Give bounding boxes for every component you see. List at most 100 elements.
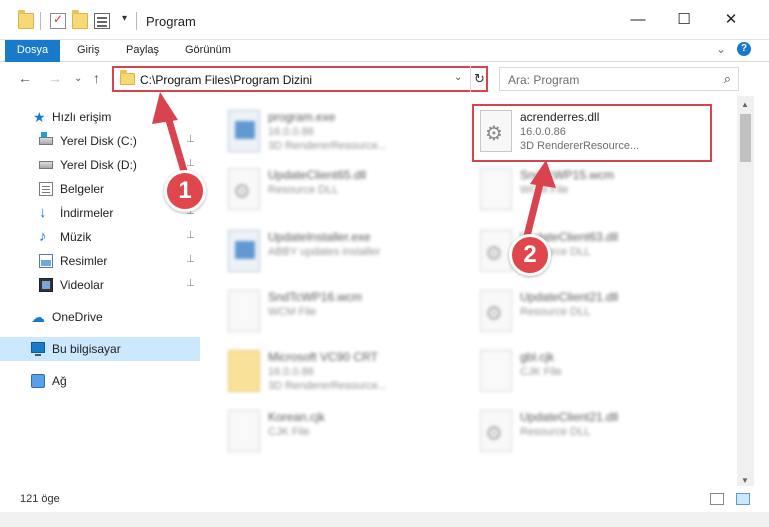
drive-icon: [39, 161, 53, 169]
tab-home[interactable]: Giriş: [77, 40, 100, 62]
pin-icon[interactable]: ⊥: [186, 278, 195, 289]
file-list: program.exe 16.0.0.86 3D RendererResourc…: [204, 100, 737, 486]
file-item[interactable]: UpdateClient65.dll Resource DLL: [222, 162, 467, 218]
search-icon[interactable]: ⌕: [724, 71, 731, 87]
customize-icon[interactable]: [94, 13, 110, 29]
vertical-scrollbar[interactable]: ▲ ▼: [737, 96, 754, 490]
sidebar-item-disk-d[interactable]: Yerel Disk (D:) ⊥: [0, 153, 200, 177]
navigation-pane: ★ Hızlı erişim Yerel Disk (C:) ⊥ Yerel D…: [0, 100, 204, 486]
drive-icon: [39, 132, 53, 145]
installer-file-icon: [228, 230, 260, 272]
file-item[interactable]: Korean.cjk CJK File: [222, 404, 467, 460]
folder-icon: [228, 350, 260, 392]
navigation-bar: ← → ⌄ ↑ C:\Program Files\Program Dizini …: [0, 62, 769, 96]
scroll-up-icon[interactable]: ▲: [741, 100, 749, 109]
ribbon-collapse-icon[interactable]: ⌄: [716, 42, 726, 56]
address-folder-icon: [120, 70, 135, 85]
folder-icon[interactable]: [18, 10, 34, 29]
address-dropdown-icon[interactable]: ⌄: [454, 72, 462, 83]
new-folder-icon[interactable]: [72, 10, 88, 29]
file-name: UpdateClient21.dll: [520, 290, 619, 304]
pin-icon[interactable]: ⊥: [186, 230, 195, 241]
network-icon: [31, 374, 45, 388]
properties-check-icon[interactable]: [50, 12, 66, 29]
file-item[interactable]: SndTcWP15.wcm WCM File: [474, 162, 719, 218]
window-title: Program: [146, 14, 196, 29]
tab-view[interactable]: Görünüm: [185, 40, 231, 62]
pin-icon[interactable]: ⊥: [186, 134, 195, 145]
file-description: 3D RendererResource...: [268, 140, 388, 152]
file-description: 3D RendererResource...: [268, 380, 388, 392]
file-name: program.exe: [268, 110, 336, 124]
sidebar-item-onedrive[interactable]: ☁ OneDrive: [0, 305, 200, 329]
scroll-thumb[interactable]: [740, 114, 751, 162]
sidebar-item-label: Belgeler: [60, 182, 105, 196]
dll-file-icon: [228, 168, 260, 210]
search-box[interactable]: Ara: Program ⌕: [499, 67, 739, 91]
pin-icon[interactable]: ⊥: [186, 254, 195, 265]
file-name: SndTcWP16.wcm: [268, 290, 363, 304]
scroll-down-icon[interactable]: ▼: [741, 476, 749, 485]
sidebar-item-label: Müzik: [60, 230, 92, 244]
file-item[interactable]: program.exe 16.0.0.86 3D RendererResourc…: [222, 104, 467, 160]
file-type: ABBY updates installer: [268, 246, 381, 258]
close-button[interactable]: ✕: [708, 0, 754, 40]
sidebar-item-label: Ağ: [52, 374, 67, 388]
sidebar-item-disk-c[interactable]: Yerel Disk (C:) ⊥: [0, 129, 200, 153]
status-bar: 121 öge: [0, 486, 769, 512]
address-path[interactable]: C:\Program Files\Program Dizini: [140, 73, 312, 87]
title-bar: ▾ Program — ☐ ✕: [0, 0, 769, 40]
sidebar-item-label: İndirmeler: [60, 206, 114, 220]
title-separator: [136, 12, 137, 30]
file-name: UpdateClient65.dll: [268, 168, 367, 182]
file-name: UpdateClient21.dll: [520, 410, 619, 424]
generic-file-icon: [228, 290, 260, 332]
file-type: WCM File: [268, 306, 317, 318]
up-button[interactable]: ↑: [93, 70, 100, 86]
file-item[interactable]: UpdateInstaller.exe ABBY updates install…: [222, 224, 467, 280]
video-icon: [39, 278, 53, 292]
minimize-button[interactable]: —: [615, 0, 661, 40]
file-item[interactable]: SndTcWP16.wcm WCM File: [222, 284, 467, 340]
sidebar-item-network[interactable]: Ağ: [0, 369, 200, 393]
sidebar-item-label: Resimler: [60, 254, 108, 268]
file-name: SndTcWP15.wcm: [520, 168, 615, 182]
dll-file-icon: [480, 290, 512, 332]
file-type: CJK File: [520, 366, 562, 378]
callout-1: 1: [164, 170, 206, 212]
sidebar-item-label: Yerel Disk (C:): [60, 134, 137, 148]
file-item[interactable]: UpdateClient21.dll Resource DLL: [474, 284, 719, 340]
large-icons-view-icon[interactable]: [736, 493, 750, 505]
tab-share[interactable]: Paylaş: [126, 40, 159, 62]
details-view-icon[interactable]: [710, 493, 724, 505]
sidebar-item-this-pc[interactable]: Bu bilgisayar: [0, 337, 200, 361]
qa-separator: [40, 12, 41, 30]
file-name: Korean.cjk: [268, 410, 325, 424]
maximize-button[interactable]: ☐: [661, 0, 707, 40]
file-item[interactable]: Microsoft VC90 CRT 16.0.0.86 3D Renderer…: [222, 344, 467, 400]
generic-file-icon: [228, 410, 260, 452]
file-item[interactable]: gbl.cjk CJK File: [474, 344, 719, 400]
help-icon[interactable]: ?: [737, 42, 751, 56]
sidebar-item-label: Yerel Disk (D:): [60, 158, 137, 172]
sidebar-item-videos[interactable]: Videolar ⊥: [0, 273, 200, 297]
download-icon: ↓: [39, 204, 47, 221]
file-item[interactable]: UpdateClient21.dll Resource DLL: [474, 404, 719, 460]
file-version: 16.0.0.86: [268, 366, 314, 378]
pictures-icon: [39, 254, 53, 268]
file-type: Resource DLL: [268, 184, 339, 196]
callout-2: 2: [509, 234, 551, 276]
dll-file-icon: [480, 230, 512, 272]
refresh-button[interactable]: ↻: [470, 66, 488, 92]
sidebar-item-pictures[interactable]: Resimler ⊥: [0, 249, 200, 273]
pin-icon[interactable]: ⊥: [186, 158, 195, 169]
sidebar-item-music[interactable]: ♪ Müzik ⊥: [0, 225, 200, 249]
recent-locations-button[interactable]: ⌄: [74, 73, 82, 84]
forward-button[interactable]: →: [48, 70, 62, 86]
search-placeholder[interactable]: Ara: Program: [508, 73, 579, 87]
sidebar-item-quick-access[interactable]: ★ Hızlı erişim: [0, 105, 200, 129]
item-count: 121 öge: [20, 493, 60, 505]
address-bar[interactable]: C:\Program Files\Program Dizini ⌄ ↻: [112, 66, 488, 92]
back-button[interactable]: ←: [18, 70, 32, 86]
qa-dropdown-icon[interactable]: ▾: [122, 13, 127, 24]
